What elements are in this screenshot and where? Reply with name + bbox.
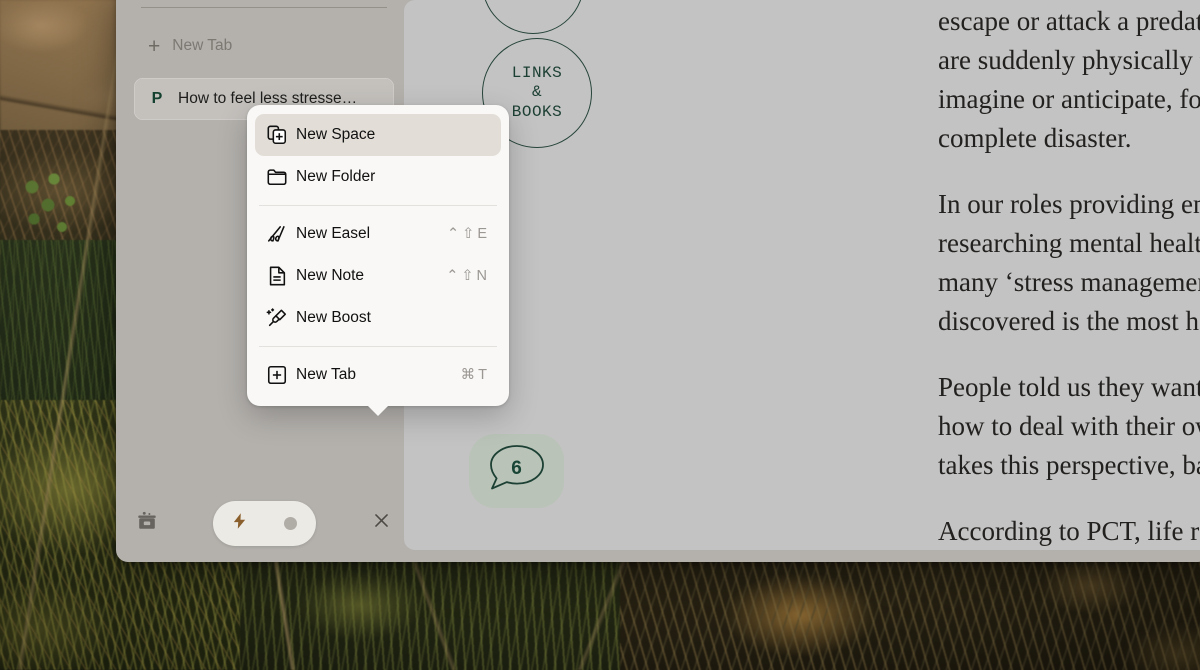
- sidebar-new-tab-row[interactable]: + New Tab: [134, 25, 394, 67]
- article-line: complete disaster.: [938, 123, 1131, 153]
- article-line: are suddenly physically threaten: [938, 45, 1200, 75]
- circle-line: LINKS: [512, 64, 563, 84]
- stacked-cards-plus-icon: [266, 124, 296, 146]
- tab-favicon-icon: P: [148, 90, 166, 108]
- article-line: discovered is the most helpful fo: [938, 306, 1200, 336]
- menu-item-new-boost[interactable]: New Boost: [255, 297, 501, 339]
- article-line: In our roles providing emotiona: [938, 189, 1200, 219]
- article-line: escape or attack a predator). The: [938, 6, 1200, 36]
- sidebar-divider: [141, 7, 387, 8]
- document-icon: [266, 265, 296, 287]
- folder-icon: [266, 166, 296, 188]
- web-content-panel: LEARN MORE LINKS & BOOKS 6 escape or att…: [404, 0, 1200, 550]
- article-text: escape or attack a predator). The are su…: [938, 0, 1200, 550]
- dot-icon[interactable]: [284, 517, 297, 530]
- circle-line: MORE: [513, 0, 553, 3]
- archive-button[interactable]: [130, 506, 164, 540]
- sidebar: + New Tab P How to feel less stresse… Ne…: [116, 0, 406, 562]
- menu-separator-1: [259, 205, 497, 206]
- menu-item-new-tab[interactable]: New Tab ⌘T: [255, 354, 501, 396]
- article-line: researching mental health supp: [938, 228, 1200, 258]
- comment-count-badge[interactable]: 6: [469, 434, 564, 508]
- nav-circle-learn-more[interactable]: LEARN MORE: [482, 0, 584, 34]
- article-line: takes this perspective, based on: [938, 450, 1200, 480]
- plus-square-icon: [266, 364, 296, 386]
- menu-shortcut: ⌃⇧N: [446, 268, 490, 284]
- browser-window: + New Tab P How to feel less stresse… Ne…: [116, 0, 1200, 562]
- magic-brush-icon: [266, 307, 296, 329]
- sidebar-new-tab-label: New Tab: [172, 37, 232, 55]
- menu-item-new-easel[interactable]: New Easel ⌃⇧E: [255, 213, 501, 255]
- article-line: imagine or anticipate, for instan: [938, 84, 1200, 114]
- menu-item-new-folder[interactable]: New Folder: [255, 156, 501, 198]
- scribble-icon: [266, 223, 296, 245]
- menu-item-new-note[interactable]: New Note ⌃⇧N: [255, 255, 501, 297]
- menu-label: New Tab: [296, 366, 461, 384]
- menu-label: New Note: [296, 267, 446, 285]
- close-x-icon: [372, 511, 391, 536]
- article-paragraph: People told us they wanted help how to d…: [938, 368, 1200, 485]
- close-button[interactable]: [364, 506, 398, 540]
- mode-toggle-pill[interactable]: [213, 501, 316, 546]
- article-paragraph: In our roles providing emotiona research…: [938, 185, 1200, 341]
- circle-line: &: [532, 83, 542, 103]
- circle-line: BOOKS: [512, 103, 563, 123]
- menu-item-new-space[interactable]: New Space: [255, 114, 501, 156]
- menu-separator-2: [259, 346, 497, 347]
- sidebar-footer: [130, 500, 398, 546]
- menu-shortcut: ⌘T: [461, 367, 490, 383]
- article-line: many ‘stress management’ prog: [938, 267, 1200, 297]
- menu-label: New Easel: [296, 225, 447, 243]
- lightning-bolt-icon[interactable]: [231, 511, 248, 535]
- article-line: how to deal with their own stres: [938, 411, 1200, 441]
- article-line: According to PCT, life requires: [938, 516, 1200, 546]
- plus-icon: +: [148, 36, 160, 57]
- menu-label: New Boost: [296, 309, 490, 327]
- menu-label: New Folder: [296, 168, 490, 186]
- menu-label: New Space: [296, 126, 490, 144]
- archive-box-icon: [136, 510, 158, 537]
- comment-count: 6: [511, 458, 522, 480]
- new-item-context-menu: New Space New Folder: [247, 105, 509, 406]
- menu-shortcut: ⌃⇧E: [447, 226, 490, 242]
- article-paragraph: escape or attack a predator). The are su…: [938, 2, 1200, 158]
- article-line: People told us they wanted help: [938, 372, 1200, 402]
- article-paragraph: According to PCT, life requires: [938, 512, 1200, 550]
